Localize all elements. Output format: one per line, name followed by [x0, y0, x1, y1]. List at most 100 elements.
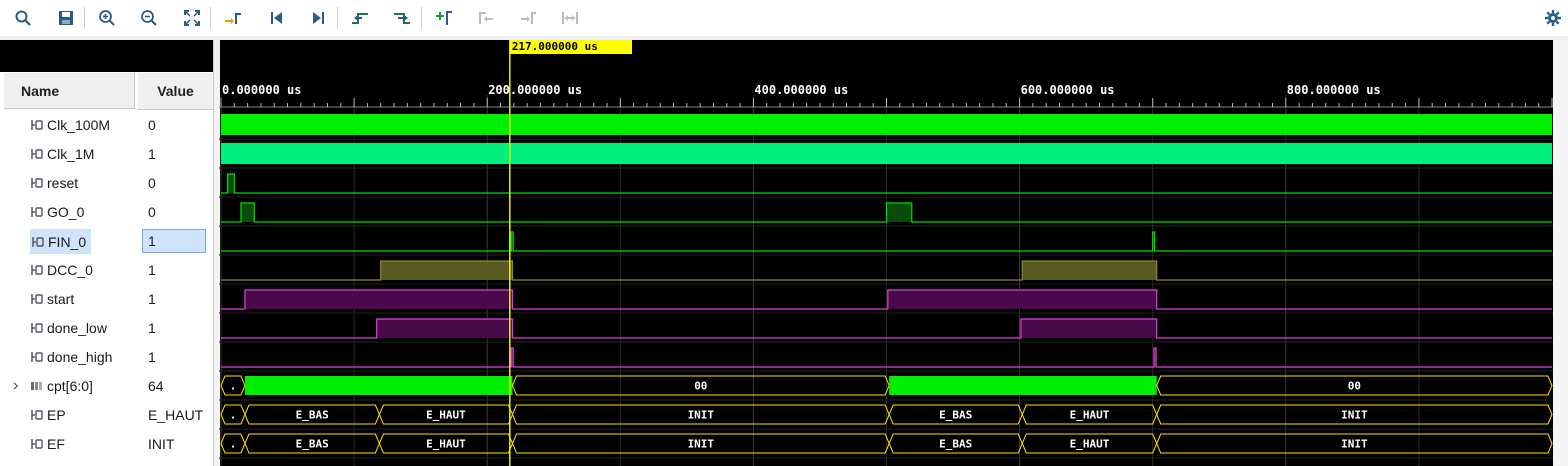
waveform-canvas[interactable]: . 00 00. E_BAS E_HAUT INIT E_BAS E_HAUT INIT. E_B…: [219, 40, 1553, 466]
done-low-wave-fill: [376, 319, 513, 338]
add-marker-icon[interactable]: [431, 5, 457, 31]
signal-row[interactable]: EP E_HAUT: [0, 400, 213, 429]
signal-name-cell[interactable]: Clk_1M: [30, 139, 94, 168]
signal-row[interactable]: › cpt[6:0] 64: [0, 371, 213, 400]
value-column-header[interactable]: Value: [138, 73, 214, 110]
cursor-time-label: 217.000000 us: [509, 40, 632, 54]
bit-signal-icon: [30, 264, 44, 276]
signal-name-cell[interactable]: EP: [30, 400, 66, 429]
cpt-counting: [244, 376, 513, 395]
signal-row[interactable]: Clk_1M 1: [0, 139, 213, 168]
signal-row[interactable]: start 1: [0, 284, 213, 313]
signal-value: 0: [148, 174, 156, 191]
signal-name-cell[interactable]: GO_0: [30, 197, 84, 226]
EF-label: E_HAUT: [426, 438, 466, 451]
signal-name: reset: [47, 174, 79, 191]
bit-signal-icon: [30, 177, 44, 189]
bit-signal-icon: [30, 438, 44, 450]
signal-name-cell[interactable]: DCC_0: [30, 255, 93, 284]
next-transition-icon[interactable]: [389, 5, 415, 31]
zoom-fit-icon[interactable]: [179, 5, 205, 31]
signal-value: 1: [148, 145, 156, 162]
signal-name-cell[interactable]: done_high: [30, 342, 112, 371]
bit-signal-icon: [31, 236, 45, 248]
EP-label: E_HAUT: [1070, 409, 1110, 422]
bit-signal-icon: [30, 119, 44, 131]
clk-1m-wave: [221, 143, 1552, 164]
settings-gear-icon[interactable]: [1540, 5, 1566, 31]
cpt-label: 00: [1348, 380, 1361, 393]
signal-name-cell[interactable]: reset: [30, 168, 78, 197]
signal-row[interactable]: GO_0 0: [0, 197, 213, 226]
zoom-in-icon[interactable]: [94, 5, 120, 31]
signal-name: EF: [47, 435, 65, 452]
signal-name: cpt[6:0]: [47, 377, 93, 394]
search-icon[interactable]: [10, 5, 36, 31]
clk-100m-wave: [221, 114, 1552, 135]
signal-value: 1: [148, 261, 156, 278]
signal-row[interactable]: reset 0: [0, 168, 213, 197]
go0-wave: [221, 202, 1552, 223]
signal-row[interactable]: FIN_0 1: [0, 226, 213, 255]
swap-cursors-icon[interactable]: [557, 5, 583, 31]
timeline-label: 400.000000 us: [754, 83, 849, 97]
signal-name: done_low: [47, 319, 107, 336]
signal-row[interactable]: DCC_0 1: [0, 255, 213, 284]
signal-name-cell[interactable]: FIN_0: [30, 229, 92, 254]
EF-label: E_HAUT: [1070, 438, 1110, 451]
name-column-header[interactable]: Name: [4, 73, 135, 109]
EP-label: INIT: [1341, 409, 1368, 422]
signal-name: done_high: [47, 348, 113, 365]
bit-signal-icon: [30, 409, 44, 421]
next-marker-icon[interactable]: [515, 5, 541, 31]
done-low-wave-fill: [1020, 319, 1157, 338]
go-to-last-time-icon[interactable]: [305, 5, 331, 31]
signal-name: Clk_1M: [47, 145, 95, 162]
bit-signal-icon: [30, 148, 44, 160]
timeline-label: 200.000000 us: [488, 83, 583, 97]
waveform-toolbar: [0, 0, 1568, 37]
EP-label: E_HAUT: [426, 409, 466, 422]
timeline-label: 0.000000 us: [222, 83, 302, 97]
signal-name-cell[interactable]: cpt[6:0]: [30, 371, 93, 400]
start-wave-fill: [244, 290, 513, 309]
save-icon[interactable]: [53, 5, 79, 31]
bit-signal-icon: [30, 206, 44, 218]
signal-name: start: [47, 290, 75, 307]
zoom-out-icon[interactable]: [136, 5, 162, 31]
EF-label: .: [230, 438, 237, 451]
EP-label: .: [230, 409, 237, 422]
signal-value: 1: [148, 348, 156, 365]
previous-marker-icon[interactable]: [473, 5, 499, 31]
signal-name-cell[interactable]: EF: [30, 429, 65, 458]
expand-chevron-icon[interactable]: ›: [13, 371, 18, 400]
go-to-cursor-icon[interactable]: [220, 5, 246, 31]
bit-signal-icon: [30, 322, 44, 334]
signal-name-cell[interactable]: Clk_100M: [30, 110, 110, 139]
signal-name: Clk_100M: [47, 116, 111, 133]
signal-value: 1: [148, 319, 156, 336]
EP-label: INIT: [688, 409, 715, 422]
go0-wave-fill: [240, 203, 255, 222]
go-to-time-zero-icon[interactable]: [264, 5, 290, 31]
vertical-scrollbar[interactable]: [1553, 40, 1568, 466]
signal-value: 0: [148, 116, 156, 133]
signal-row[interactable]: done_low 1: [0, 313, 213, 342]
bit-signal-icon: [30, 351, 44, 363]
signal-value: 64: [148, 377, 164, 394]
timeline-label: 600.000000 us: [1020, 83, 1115, 97]
signal-value: INIT: [148, 435, 175, 452]
signal-row[interactable]: EF INIT: [0, 429, 213, 458]
signal-name: GO_0: [47, 203, 85, 220]
EF-label: INIT: [688, 438, 715, 451]
signal-name-cell[interactable]: start: [30, 284, 74, 313]
signal-row[interactable]: done_high 1: [0, 342, 213, 371]
timeline-label: 800.000000 us: [1286, 83, 1381, 97]
signal-name-cell[interactable]: done_low: [30, 313, 107, 342]
start-wave-fill: [887, 290, 1157, 309]
signal-row[interactable]: Clk_100M 0: [0, 110, 213, 139]
previous-transition-icon[interactable]: [347, 5, 373, 31]
cpt-counting: [889, 376, 1157, 395]
go0-wave-fill: [886, 203, 912, 222]
EF-label: INIT: [1341, 438, 1368, 451]
